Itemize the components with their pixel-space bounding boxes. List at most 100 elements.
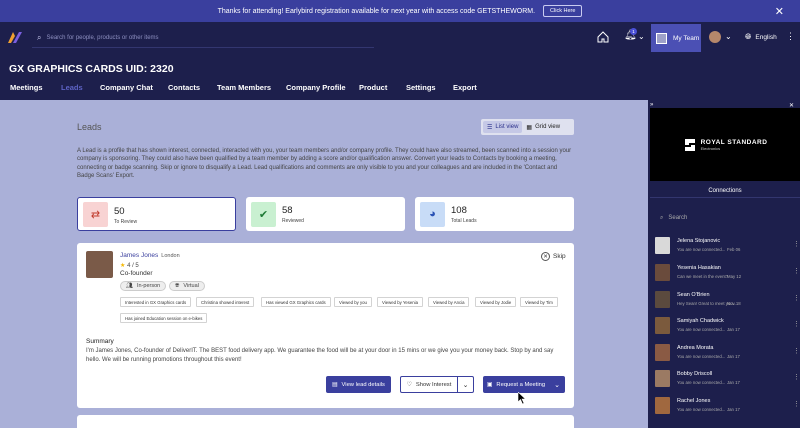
tab-meetings[interactable]: Meetings — [10, 83, 43, 92]
notification-count-badge: 1 — [630, 28, 637, 35]
lead-tag: Interested in GX Graphics cards — [120, 297, 192, 307]
connection-avatar[interactable] — [655, 291, 670, 308]
connection-avatar[interactable] — [655, 344, 670, 361]
connection-status: You are now connected... — [677, 407, 726, 412]
lead-tag: Viewed by Yesenia — [377, 297, 423, 307]
lead-card: James Jones London ★ 4 / 5 Co-founder 👥︎ I… — [77, 243, 574, 408]
connection-item[interactable]: Bobby Driscoll You are now connected... Ja… — [655, 370, 800, 392]
request-meeting-button[interactable]: ▣ Request a Meeting ⌄ — [483, 376, 565, 393]
search-icon: ⌕ — [37, 32, 42, 42]
connection-item[interactable]: Samiyah Chadwick You are now connected...… — [655, 317, 800, 339]
connection-item[interactable]: Jelena Stojanovic You are now connected..… — [655, 237, 800, 259]
stat-label: Total Leads — [451, 218, 477, 224]
connection-date: May 12 — [727, 274, 742, 279]
more-options-icon[interactable]: ⋮ — [793, 240, 800, 248]
more-options-icon[interactable]: ⋮ — [786, 31, 795, 42]
connections-search[interactable]: ⌕ Search — [660, 215, 687, 222]
stat-reviewed[interactable]: ✔ 58 Reviewed — [246, 197, 405, 231]
connection-status: You are now connected... — [677, 380, 726, 385]
language-selector[interactable]: 🌐︎ English — [745, 32, 777, 42]
app-logo[interactable] — [8, 30, 22, 44]
more-options-icon[interactable]: ⋮ — [793, 400, 800, 408]
connection-name[interactable]: Andrea Morata — [677, 345, 713, 351]
skip-label: Skip — [553, 253, 566, 260]
more-options-icon[interactable]: ⋮ — [793, 373, 800, 381]
list-view-button[interactable]: ☰ List view — [483, 121, 523, 133]
connection-avatar[interactable] — [655, 317, 670, 334]
virtual-label: Virtual — [183, 283, 199, 289]
lead-tag: Has viewed GX Graphics cards — [261, 297, 331, 307]
chevron-down-icon[interactable]: ⌄ — [549, 376, 565, 393]
tab-settings[interactable]: Settings — [406, 83, 436, 92]
user-avatar[interactable] — [709, 31, 721, 43]
connection-name[interactable]: Bobby Driscoll — [677, 371, 712, 377]
more-options-icon[interactable]: ⋮ — [793, 294, 800, 302]
connection-date: Feb 06 — [727, 247, 741, 252]
search-input-placeholder[interactable]: Search for people, products or other ite… — [46, 35, 158, 41]
tab-company-chat[interactable]: Company Chat — [100, 83, 153, 92]
tab-leads[interactable]: Leads — [61, 83, 83, 92]
show-interest-button[interactable]: ♡ Show Interest ⌄ — [400, 376, 474, 393]
globe-icon: 🌐︎ — [175, 282, 180, 289]
connection-item[interactable]: Yesenia Hasakian Can we meet in the event… — [655, 264, 800, 286]
tab-export[interactable]: Export — [453, 83, 477, 92]
home-icon[interactable] — [597, 31, 609, 43]
connection-date: Jan 17 — [727, 354, 740, 359]
banner-text: Thanks for attending! Earlybird registra… — [217, 7, 536, 15]
swap-arrows-icon: ⇄ — [83, 201, 108, 227]
more-options-icon[interactable]: ⋮ — [793, 347, 800, 355]
chevron-down-icon[interactable]: ⌄ — [638, 32, 645, 41]
connection-item[interactable]: Rachel Jones You are now connected... Jan … — [655, 397, 800, 419]
sponsor-logo-icon — [684, 138, 695, 151]
lead-name-text[interactable]: James Jones — [120, 252, 158, 259]
lead-tag: Viewed by you — [334, 297, 372, 307]
connection-name[interactable]: Rachel Jones — [677, 398, 710, 404]
connection-date: Jan 17 — [727, 407, 740, 412]
connections-search-placeholder[interactable]: Search — [668, 215, 687, 221]
leads-description: A Lead is a profile that has shown inter… — [77, 148, 572, 179]
more-options-icon[interactable]: ⋮ — [793, 267, 800, 275]
in-person-badge: 👥︎ In-person — [120, 281, 167, 291]
chevron-down-icon[interactable]: ⌄ — [457, 377, 473, 392]
checkmark-icon: ✔ — [251, 201, 276, 227]
global-search[interactable]: ⌕ Search for people, products or other i… — [32, 28, 374, 48]
connection-avatar[interactable] — [655, 264, 670, 281]
connection-item[interactable]: Sean O'Brien Hey Sean! Great to meet you.… — [655, 291, 800, 313]
chevron-down-icon[interactable]: ⌄ — [725, 32, 732, 41]
sponsor-banner[interactable]: ROYAL STANDARD Electronics — [650, 108, 800, 181]
connection-name[interactable]: Samiyah Chadwick — [677, 318, 724, 324]
in-person-label: In-person — [136, 283, 161, 289]
lead-location: London — [161, 253, 180, 259]
skip-button[interactable]: ✕ Skip — [541, 252, 566, 261]
grid-view-button[interactable]: ▦ Grid view — [522, 121, 564, 133]
view-lead-details-button[interactable]: ▤ View lead details — [326, 376, 391, 393]
connection-avatar[interactable] — [655, 237, 670, 254]
tab-product[interactable]: Product — [359, 83, 387, 92]
connection-name[interactable]: Yesenia Hasakian — [677, 265, 721, 271]
summary-title: Summary — [86, 338, 114, 345]
connection-avatar[interactable] — [655, 397, 670, 414]
lead-name[interactable]: James Jones London — [120, 252, 180, 259]
team-avatar — [656, 32, 667, 44]
connection-name[interactable]: Jelena Stojanovic — [677, 238, 720, 244]
more-options-icon[interactable]: ⋮ — [793, 320, 800, 328]
tab-company-profile[interactable]: Company Profile — [286, 83, 346, 92]
lead-tag: Viewed by Tim — [520, 297, 558, 307]
stat-value: 108 — [451, 205, 467, 216]
lead-avatar[interactable] — [86, 251, 113, 278]
star-icon: ★ — [120, 263, 126, 269]
close-icon[interactable]: ✕ — [775, 5, 784, 18]
banner-click-here-button[interactable]: Click Here — [543, 5, 583, 17]
tab-team-members[interactable]: Team Members — [217, 83, 271, 92]
my-team-button[interactable]: My Team — [651, 24, 701, 52]
connection-item[interactable]: Andrea Morata You are now connected... Jan… — [655, 344, 800, 366]
connection-avatar[interactable] — [655, 370, 670, 387]
connections-heading: Connections — [650, 186, 800, 198]
list-icon: ☰ — [487, 124, 493, 131]
virtual-badge: 🌐︎ Virtual — [169, 281, 205, 291]
stat-total-leads[interactable]: ◕ 108 Total Leads — [415, 197, 574, 231]
connection-name[interactable]: Sean O'Brien — [677, 292, 710, 298]
connection-status: Can we meet in the event? — [677, 274, 729, 279]
tab-contacts[interactable]: Contacts — [168, 83, 200, 92]
stat-to-review[interactable]: ⇄ 50 To Review — [77, 197, 236, 231]
